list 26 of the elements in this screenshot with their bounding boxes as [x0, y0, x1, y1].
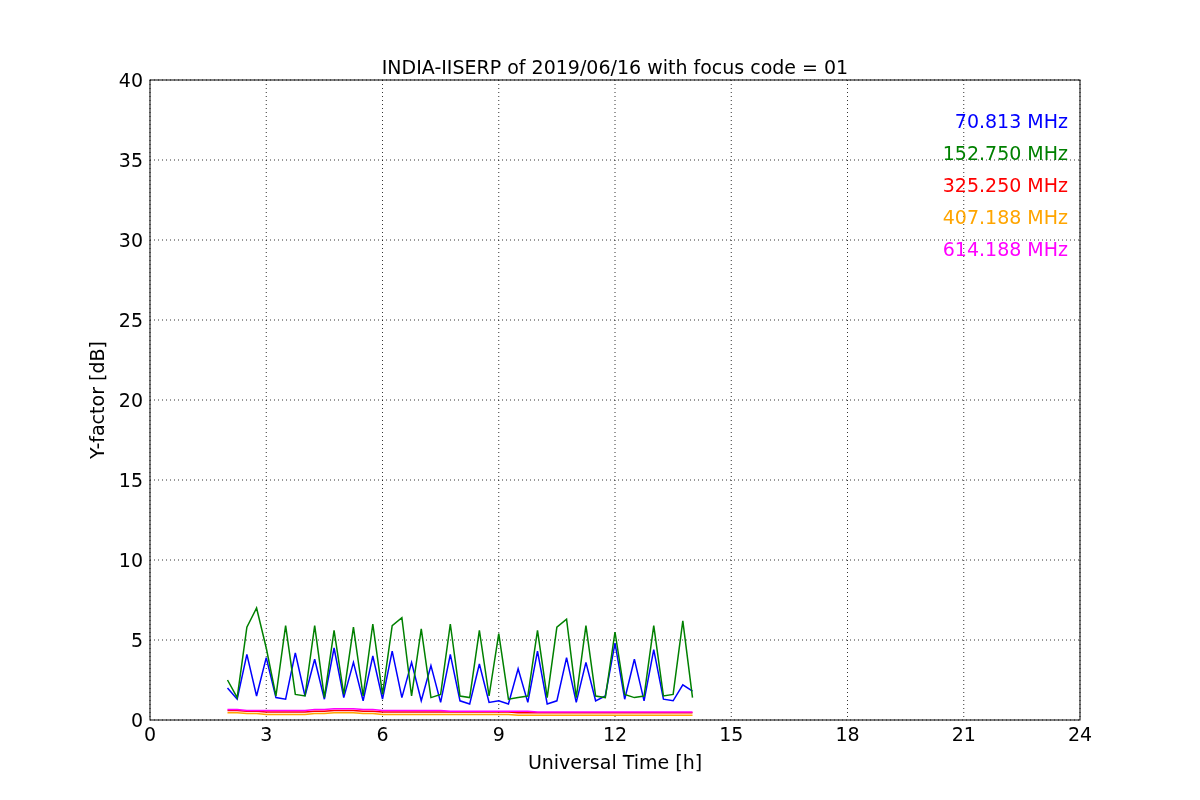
y-tick-label: 35	[118, 149, 143, 171]
x-axis-label: Universal Time [h]	[527, 751, 703, 773]
legend-label: 325.250 MHz	[942, 174, 1068, 196]
x-tick-label: 6	[376, 723, 389, 745]
legend-label: 152.750 MHz	[942, 142, 1068, 164]
x-tick-label: 24	[1067, 723, 1093, 745]
y-tick-label: 20	[118, 389, 143, 411]
chart-title: INDIA-IISERP of 2019/06/16 with focus code = 01	[381, 56, 849, 78]
x-tick-label: 15	[719, 723, 744, 745]
x-tick-label: 9	[492, 723, 505, 745]
legend-label: 70.813 MHz	[954, 110, 1068, 132]
y-tick-label: 40	[118, 69, 143, 91]
x-tick-label: 21	[951, 723, 976, 745]
legend-label: 407.188 MHz	[942, 206, 1068, 228]
y-tick-label: 10	[118, 549, 143, 571]
x-tick-label: 0	[143, 723, 157, 745]
y-tick-label: 0	[130, 709, 143, 731]
x-tick-label: 12	[602, 723, 628, 745]
x-tick-label: 18	[835, 723, 860, 745]
y-tick-label: 25	[118, 309, 143, 331]
y-tick-label: 5	[130, 629, 143, 651]
y-tick-label: 15	[118, 469, 143, 491]
y-axis-label: Y-factor [dB]	[86, 341, 108, 459]
y-tick-label: 30	[118, 229, 143, 251]
legend-label: 614.188 MHz	[942, 238, 1068, 260]
x-tick-label: 3	[260, 723, 273, 745]
